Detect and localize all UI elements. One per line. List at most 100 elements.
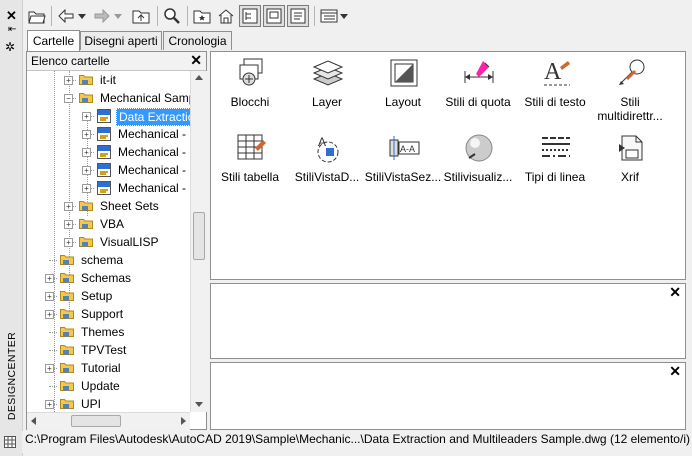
expand-icon[interactable]: + xyxy=(82,184,91,193)
expand-icon[interactable]: + xyxy=(45,274,54,283)
drawing-file-icon xyxy=(97,163,111,177)
expand-icon[interactable]: + xyxy=(45,400,54,409)
tree-item[interactable]: TPVTest xyxy=(27,341,190,359)
close-icon[interactable]: ✕ xyxy=(6,8,17,24)
load-icon[interactable] xyxy=(26,5,48,27)
svg-text:A: A xyxy=(544,59,562,85)
preview-icon[interactable] xyxy=(263,5,285,27)
folder-tree-panel: Elenco cartelle ✕ + it-it − Mechanical Samp… xyxy=(26,51,207,430)
tree-horizontal-scroll-thumb[interactable] xyxy=(71,415,121,427)
tree-item[interactable]: + UPI xyxy=(27,395,190,412)
tab-disegni-aperti[interactable]: Disegni aperti xyxy=(80,31,162,50)
blocks-icon xyxy=(239,58,263,86)
content-item-label: Xrif xyxy=(621,170,639,184)
content-item[interactable]: Stili multidirettr... xyxy=(591,57,669,127)
content-item[interactable]: Layer xyxy=(288,57,366,127)
folder-icon xyxy=(60,345,74,355)
content-item[interactable]: A Stili di testo xyxy=(516,57,594,127)
content-item-label: Layout xyxy=(384,95,422,109)
content-item[interactable]: Blocchi xyxy=(211,57,289,127)
favorites-icon[interactable] xyxy=(191,5,213,27)
close-preview-icon[interactable]: ✕ xyxy=(669,284,681,301)
forward-icon[interactable] xyxy=(91,5,113,27)
content-item[interactable]: Layout xyxy=(364,57,442,127)
tree-item[interactable]: + Mechanical - xyxy=(27,143,190,161)
expand-icon[interactable]: + xyxy=(82,112,91,121)
expand-icon[interactable]: + xyxy=(45,292,54,301)
close-icon[interactable]: ✕ xyxy=(190,52,202,69)
content-item[interactable]: Xrif xyxy=(591,132,669,202)
tree-item[interactable]: + it-it xyxy=(27,71,190,89)
content-item[interactable]: A StiliVistaD... xyxy=(288,132,366,202)
expand-icon[interactable]: + xyxy=(45,364,54,373)
palette-title: DESIGNCENTER xyxy=(6,331,18,421)
table-style-icon xyxy=(237,134,266,160)
tree-vertical-scroll-thumb[interactable] xyxy=(193,212,205,260)
detail-view-style-icon: A xyxy=(317,135,339,163)
scroll-right-icon[interactable] xyxy=(181,417,186,425)
content-item[interactable]: Stilivisualiz... xyxy=(439,132,517,202)
home-icon[interactable] xyxy=(215,5,237,27)
properties-icon[interactable]: ✲ xyxy=(5,40,15,54)
expand-icon[interactable]: + xyxy=(82,130,91,139)
content-item[interactable]: Tipi di linea xyxy=(516,132,594,202)
tree-item[interactable]: + Tutorial xyxy=(27,359,190,377)
tree-item-label: Setup xyxy=(81,289,113,303)
content-item[interactable]: Stili di quota xyxy=(439,57,517,127)
tree-item[interactable]: + Support xyxy=(27,305,190,323)
visual-style-icon xyxy=(465,134,493,162)
tree-item[interactable]: + Sheet Sets xyxy=(27,197,190,215)
back-dropdown-icon[interactable] xyxy=(76,5,88,27)
views-icon[interactable] xyxy=(318,5,340,27)
content-item[interactable]: A-A StiliVistaSez... xyxy=(364,132,442,202)
content-item[interactable]: Stili tabella xyxy=(211,132,289,202)
forward-dropdown-icon[interactable] xyxy=(112,5,124,27)
tree-item-label: Mechanical Sampl xyxy=(100,91,190,105)
description-icon[interactable] xyxy=(287,5,309,27)
expand-icon[interactable]: + xyxy=(45,310,54,319)
tree-item[interactable]: schema xyxy=(27,251,190,269)
tree-item[interactable]: + Mechanical - xyxy=(27,125,190,143)
back-icon[interactable] xyxy=(55,5,77,27)
tree-toggle-icon[interactable] xyxy=(239,5,261,27)
tree-item[interactable]: + VisualLISP xyxy=(27,233,190,251)
expand-icon[interactable]: + xyxy=(82,166,91,175)
tree-vertical-scrollbar[interactable] xyxy=(190,71,207,412)
tree-item-label: Update xyxy=(81,379,120,393)
tree-item[interactable]: + VBA xyxy=(27,215,190,233)
expand-icon[interactable]: + xyxy=(82,148,91,157)
tree-item[interactable]: + Schemas xyxy=(27,269,190,287)
tab-cronologia[interactable]: Cronologia xyxy=(163,31,232,50)
expand-icon[interactable]: + xyxy=(64,202,73,211)
content-item-label: Stili multidirettr... xyxy=(597,95,663,123)
grid-icon[interactable] xyxy=(4,436,16,448)
tree-item[interactable]: Update xyxy=(27,377,190,395)
content-item-label: Tipi di linea xyxy=(524,170,586,184)
collapse-icon[interactable]: − xyxy=(64,94,73,103)
close-description-icon[interactable]: ✕ xyxy=(669,363,681,380)
scroll-down-icon[interactable] xyxy=(195,402,203,407)
auto-hide-icon[interactable]: ⇤ xyxy=(8,24,16,35)
tree-item[interactable]: − Mechanical Sampl xyxy=(27,89,190,107)
designcenter-side-strip: ✕ ⇤ ✲ DESIGNCENTER xyxy=(0,0,23,456)
tree-item[interactable]: + Setup xyxy=(27,287,190,305)
content-item-label: Layer xyxy=(311,95,343,109)
views-dropdown-icon[interactable] xyxy=(338,5,350,27)
scroll-left-icon[interactable] xyxy=(31,417,36,425)
folder-tree-header: Elenco cartelle ✕ xyxy=(27,52,206,71)
tree-item[interactable]: + Data Extractio xyxy=(27,107,190,126)
tree-horizontal-scrollbar[interactable] xyxy=(27,412,190,430)
expand-icon[interactable]: + xyxy=(64,238,73,247)
expand-icon[interactable]: + xyxy=(64,220,73,229)
tree-item[interactable]: + Mechanical - xyxy=(27,179,190,197)
linetype-icon xyxy=(542,137,570,157)
tree-item[interactable]: + Mechanical - xyxy=(27,161,190,179)
tree-item[interactable]: Themes xyxy=(27,323,190,341)
drawing-file-icon xyxy=(97,181,111,195)
tree-item-label: Mechanical - xyxy=(118,145,187,159)
tab-cartelle[interactable]: Cartelle xyxy=(27,30,80,51)
search-icon[interactable] xyxy=(161,5,183,27)
scroll-up-icon[interactable] xyxy=(195,75,203,80)
expand-icon[interactable]: + xyxy=(64,76,73,85)
up-folder-icon[interactable] xyxy=(130,5,152,27)
